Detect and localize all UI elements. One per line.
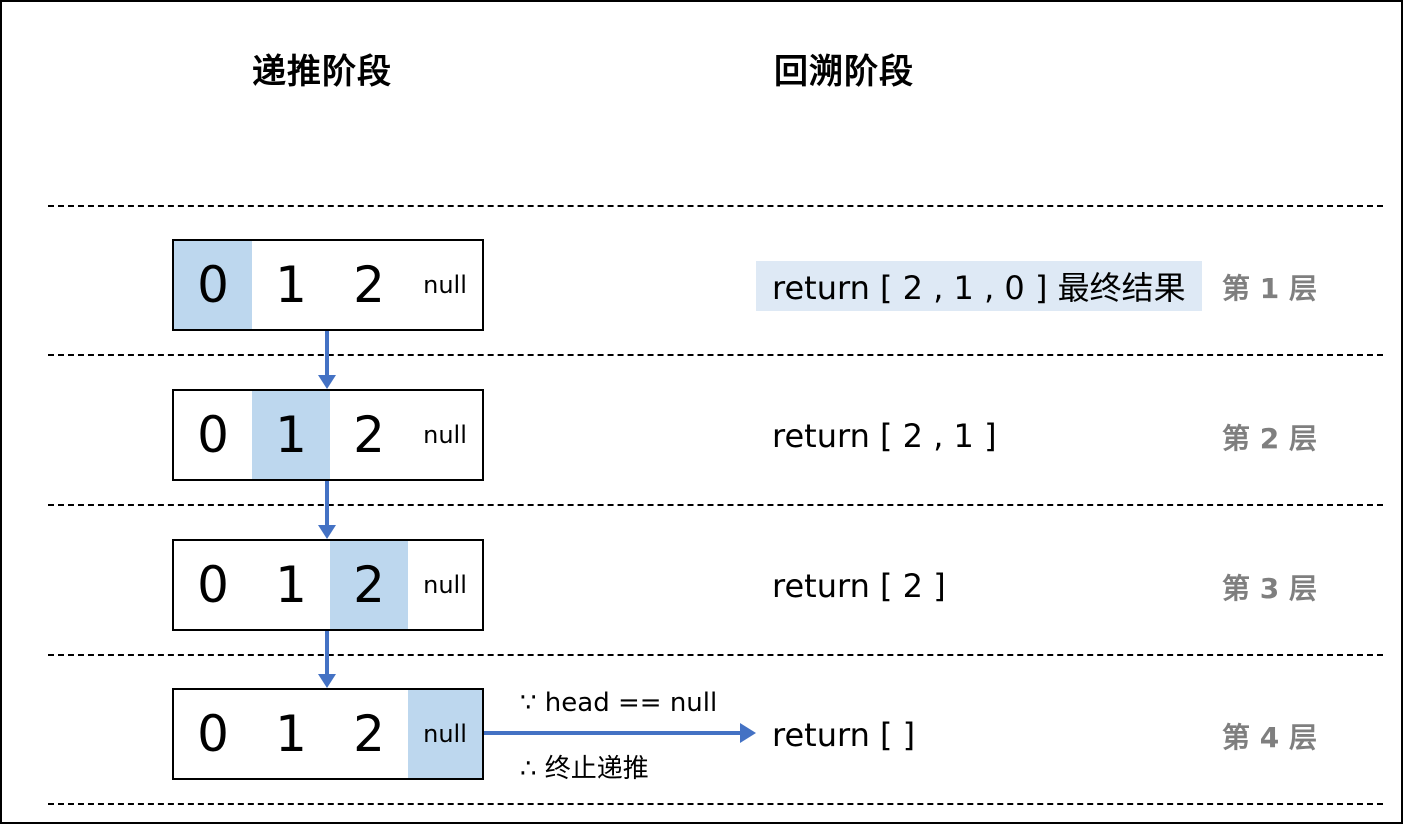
list-null-node: null — [423, 571, 467, 599]
divider-line — [48, 205, 1383, 207]
level-label: 第 3 层 — [1222, 572, 1317, 605]
list-node: 1 — [252, 391, 330, 479]
level-row-2: 0 1 2 null return [ 2 , 1 ] 第 2 层 — [0, 389, 1403, 481]
list-null-node: null — [423, 271, 467, 299]
list-node: 2 — [353, 256, 385, 314]
backtrack-phase-heading: 回溯阶段 — [774, 52, 914, 92]
return-value: return [ 2 , 1 , 0 ] 最终结果 — [756, 261, 1202, 311]
list-node: 2 — [353, 406, 385, 464]
termination-condition: ∵ head == null — [520, 688, 718, 718]
list-node: 0 — [197, 556, 229, 614]
return-value: return [ ] — [772, 716, 916, 754]
list-null-node: null — [423, 421, 467, 449]
list-null-node: null — [408, 690, 482, 778]
recursion-arrow — [318, 481, 336, 539]
linked-list-box: 0 1 2 null — [172, 688, 484, 780]
level-row-3: 0 1 2 null return [ 2 ] 第 3 层 — [0, 539, 1403, 631]
level-label: 第 2 层 — [1222, 422, 1317, 455]
list-node: 0 — [197, 705, 229, 763]
linked-list-box: 0 1 2 null — [172, 389, 484, 481]
list-node: 1 — [275, 705, 307, 763]
return-value: return [ 2 ] — [772, 567, 946, 605]
recursion-arrow — [318, 331, 336, 389]
divider-line — [48, 504, 1383, 506]
return-value: return [ 2 , 1 ] — [772, 417, 997, 455]
level-label: 第 1 层 — [1222, 272, 1317, 305]
list-node: 0 — [174, 241, 252, 329]
divider-line — [48, 803, 1383, 805]
level-label: 第 4 层 — [1222, 721, 1317, 754]
linked-list-box: 0 1 2 null — [172, 539, 484, 631]
divider-line — [48, 654, 1383, 656]
list-node: 2 — [353, 705, 385, 763]
list-node: 2 — [330, 541, 408, 629]
level-row-1: 0 1 2 null return [ 2 , 1 , 0 ] 最终结果 第 1… — [0, 239, 1403, 331]
termination-arrow — [484, 723, 756, 743]
termination-result: ∴ 终止递推 — [520, 754, 649, 784]
linked-list-box: 0 1 2 null — [172, 239, 484, 331]
list-node: 1 — [275, 256, 307, 314]
recursion-arrow — [318, 631, 336, 688]
list-node: 0 — [197, 406, 229, 464]
list-node: 1 — [275, 556, 307, 614]
divider-line — [48, 354, 1383, 356]
recursion-phase-heading: 递推阶段 — [252, 52, 392, 92]
